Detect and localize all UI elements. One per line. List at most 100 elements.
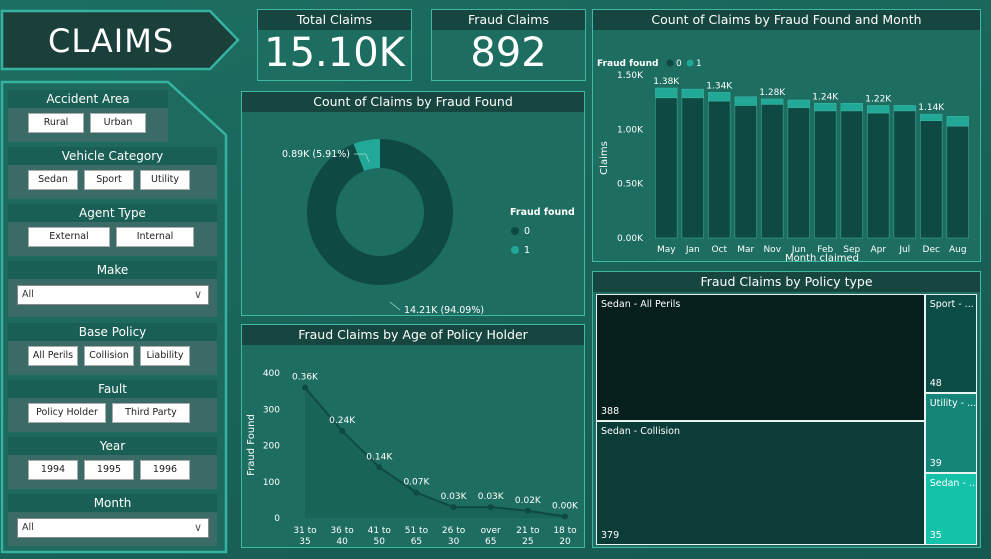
x-axis-title: Month claimed bbox=[785, 253, 859, 261]
age-point bbox=[450, 504, 457, 511]
x-tick-label: May bbox=[657, 245, 676, 255]
treemap-tile-value: 379 bbox=[601, 529, 620, 541]
age-point bbox=[562, 513, 568, 520]
slicer-option-collision[interactable]: Collision bbox=[84, 346, 134, 366]
legend-label-0: 0 bbox=[676, 59, 682, 69]
slicer-option-rural[interactable]: Rural bbox=[28, 113, 84, 133]
slicer-title: Vehicle Category bbox=[8, 147, 217, 165]
x-tick-label: 31 to 35 bbox=[293, 526, 317, 547]
treemap-tile-label: Sport - ... bbox=[929, 299, 974, 310]
age-point bbox=[376, 464, 383, 471]
bar-fraud-1 bbox=[761, 98, 784, 105]
slicer-option-third-party[interactable]: Third Party bbox=[112, 403, 190, 423]
y-tick-label: 0 bbox=[274, 514, 280, 524]
bar-data-label: 1.38K bbox=[653, 77, 680, 87]
monthly-bar-chart: Fraud found 0 1 0.00K 0.50K 1.00K 1.50K Claims M… bbox=[597, 59, 969, 264]
age-point bbox=[413, 489, 420, 496]
y-tick-label: 100 bbox=[263, 478, 280, 488]
slicer-title: Month bbox=[8, 494, 217, 512]
dropdown-value: All bbox=[22, 522, 34, 533]
slicer-year: Year 1994 1995 1996 bbox=[8, 437, 217, 489]
treemap-tile-value: 48 bbox=[929, 377, 942, 389]
y-tick-label: 1.00K bbox=[617, 125, 644, 135]
x-tick-label: Nov bbox=[763, 245, 781, 255]
slicer-title: Agent Type bbox=[8, 204, 217, 222]
x-tick-label: over 65 bbox=[481, 526, 501, 547]
age-data-label: 0.14K bbox=[366, 452, 393, 462]
treemap-tile[interactable]: Sedan - ... 35 bbox=[924, 472, 977, 545]
legend-marker-1 bbox=[686, 59, 694, 67]
age-data-label: 0.03K bbox=[441, 492, 468, 502]
x-tick-label: Aug bbox=[949, 245, 967, 255]
page-title: CLAIMS bbox=[48, 22, 175, 60]
bar-fraud-1 bbox=[655, 87, 678, 99]
bar-fraud-0 bbox=[814, 110, 837, 239]
donut-leader-0 bbox=[389, 301, 401, 311]
y-axis-title: Fraud Found bbox=[246, 414, 257, 476]
age-chart-card: Fraud Claims by Age of Policy Holder 0 10… bbox=[241, 324, 585, 559]
treemap-tile[interactable]: Sport - ... 48 bbox=[924, 294, 977, 393]
slicer-option-1994[interactable]: 1994 bbox=[28, 460, 78, 480]
bar-fraud-1 bbox=[787, 99, 810, 108]
bar-fraud-0 bbox=[708, 100, 731, 239]
bar-legend-title: Fraud found bbox=[597, 59, 658, 69]
treemap-tile-value: 39 bbox=[929, 457, 942, 469]
x-tick-label: 51 to 65 bbox=[405, 526, 429, 547]
chart-title: Count of Claims by Fraud Found bbox=[242, 92, 584, 112]
bar-fraud-1 bbox=[708, 92, 731, 102]
month-dropdown[interactable]: All ∨ bbox=[17, 518, 209, 538]
slicer-option-1995[interactable]: 1995 bbox=[84, 460, 134, 480]
slicer-option-sedan[interactable]: Sedan bbox=[28, 170, 78, 190]
bar-data-label: 1.14K bbox=[918, 103, 945, 113]
bar-fraud-0 bbox=[840, 110, 863, 239]
chevron-down-icon: ∨ bbox=[193, 521, 202, 534]
slicer-accident-area: Accident Area Rural Urban bbox=[8, 90, 168, 142]
slicer-option-liability[interactable]: Liability bbox=[140, 346, 190, 366]
y-tick-label: 300 bbox=[263, 405, 280, 415]
bar-data-label: 1.22K bbox=[865, 94, 892, 104]
bar-fraud-0 bbox=[761, 104, 784, 239]
slicer-option-all-perils[interactable]: All Perils bbox=[28, 346, 78, 366]
slicer-month: Month All ∨ bbox=[8, 494, 217, 546]
make-dropdown[interactable]: All ∨ bbox=[17, 285, 209, 305]
bar-fraud-0 bbox=[920, 120, 943, 239]
y-tick-label: 400 bbox=[263, 369, 280, 379]
x-tick-label: Apr bbox=[870, 245, 886, 255]
slicer-option-internal[interactable]: Internal bbox=[116, 227, 194, 247]
bar-fraud-1 bbox=[840, 103, 863, 112]
bar-fraud-1 bbox=[893, 105, 916, 112]
legend-label-1: 1 bbox=[696, 59, 702, 69]
kpi-fraud-claims: Fraud Claims 892 bbox=[431, 9, 586, 81]
slicer-option-1996[interactable]: 1996 bbox=[140, 460, 190, 480]
y-tick-label: 1.50K bbox=[617, 71, 644, 81]
bar-fraud-0 bbox=[946, 125, 969, 239]
age-data-label: 0.24K bbox=[329, 416, 356, 426]
y-tick-label: 200 bbox=[263, 442, 280, 452]
treemap-tile-label: Sedan - All Perils bbox=[601, 299, 681, 310]
treemap-tile[interactable]: Sedan - All Perils 388 bbox=[596, 294, 925, 421]
slicer-option-sport[interactable]: Sport bbox=[84, 170, 134, 190]
x-tick-label: Mar bbox=[737, 245, 754, 255]
slicer-option-policy-holder[interactable]: Policy Holder bbox=[28, 403, 106, 423]
age-data-label: 0.00K bbox=[552, 502, 579, 512]
donut-legend-title: Fraud found bbox=[510, 207, 575, 218]
policy-treemap: Sedan - All Perils 388 Sedan - Collision 37… bbox=[593, 292, 980, 547]
bar-fraud-0 bbox=[787, 107, 810, 239]
treemap-tile[interactable]: Sedan - Collision 379 bbox=[596, 420, 925, 545]
slicer-option-urban[interactable]: Urban bbox=[90, 113, 146, 133]
slicer-title: Make bbox=[8, 261, 217, 279]
slicer-option-utility[interactable]: Utility bbox=[140, 170, 190, 190]
bar-data-label: 1.34K bbox=[706, 81, 733, 91]
slicer-title: Year bbox=[8, 437, 217, 455]
kpi-total-claims: Total Claims 15.10K bbox=[257, 9, 412, 81]
treemap-tile[interactable]: Utility - ... 39 bbox=[924, 392, 977, 473]
chart-title: Fraud Claims by Policy type bbox=[593, 272, 980, 292]
bar-fraud-0 bbox=[734, 105, 757, 239]
chart-title: Fraud Claims by Age of Policy Holder bbox=[242, 325, 584, 345]
slicer-option-external[interactable]: External bbox=[28, 227, 110, 247]
chevron-down-icon: ∨ bbox=[193, 288, 202, 301]
donut-chart: 0.89K (5.91%) 14.21K (94.09%) Fraud found 0… bbox=[282, 139, 575, 316]
donut-chart-card: Count of Claims by Fraud Found 0.89K (5.… bbox=[241, 91, 585, 316]
kpi-label: Total Claims bbox=[258, 10, 411, 30]
bar-fraud-1 bbox=[681, 88, 704, 99]
